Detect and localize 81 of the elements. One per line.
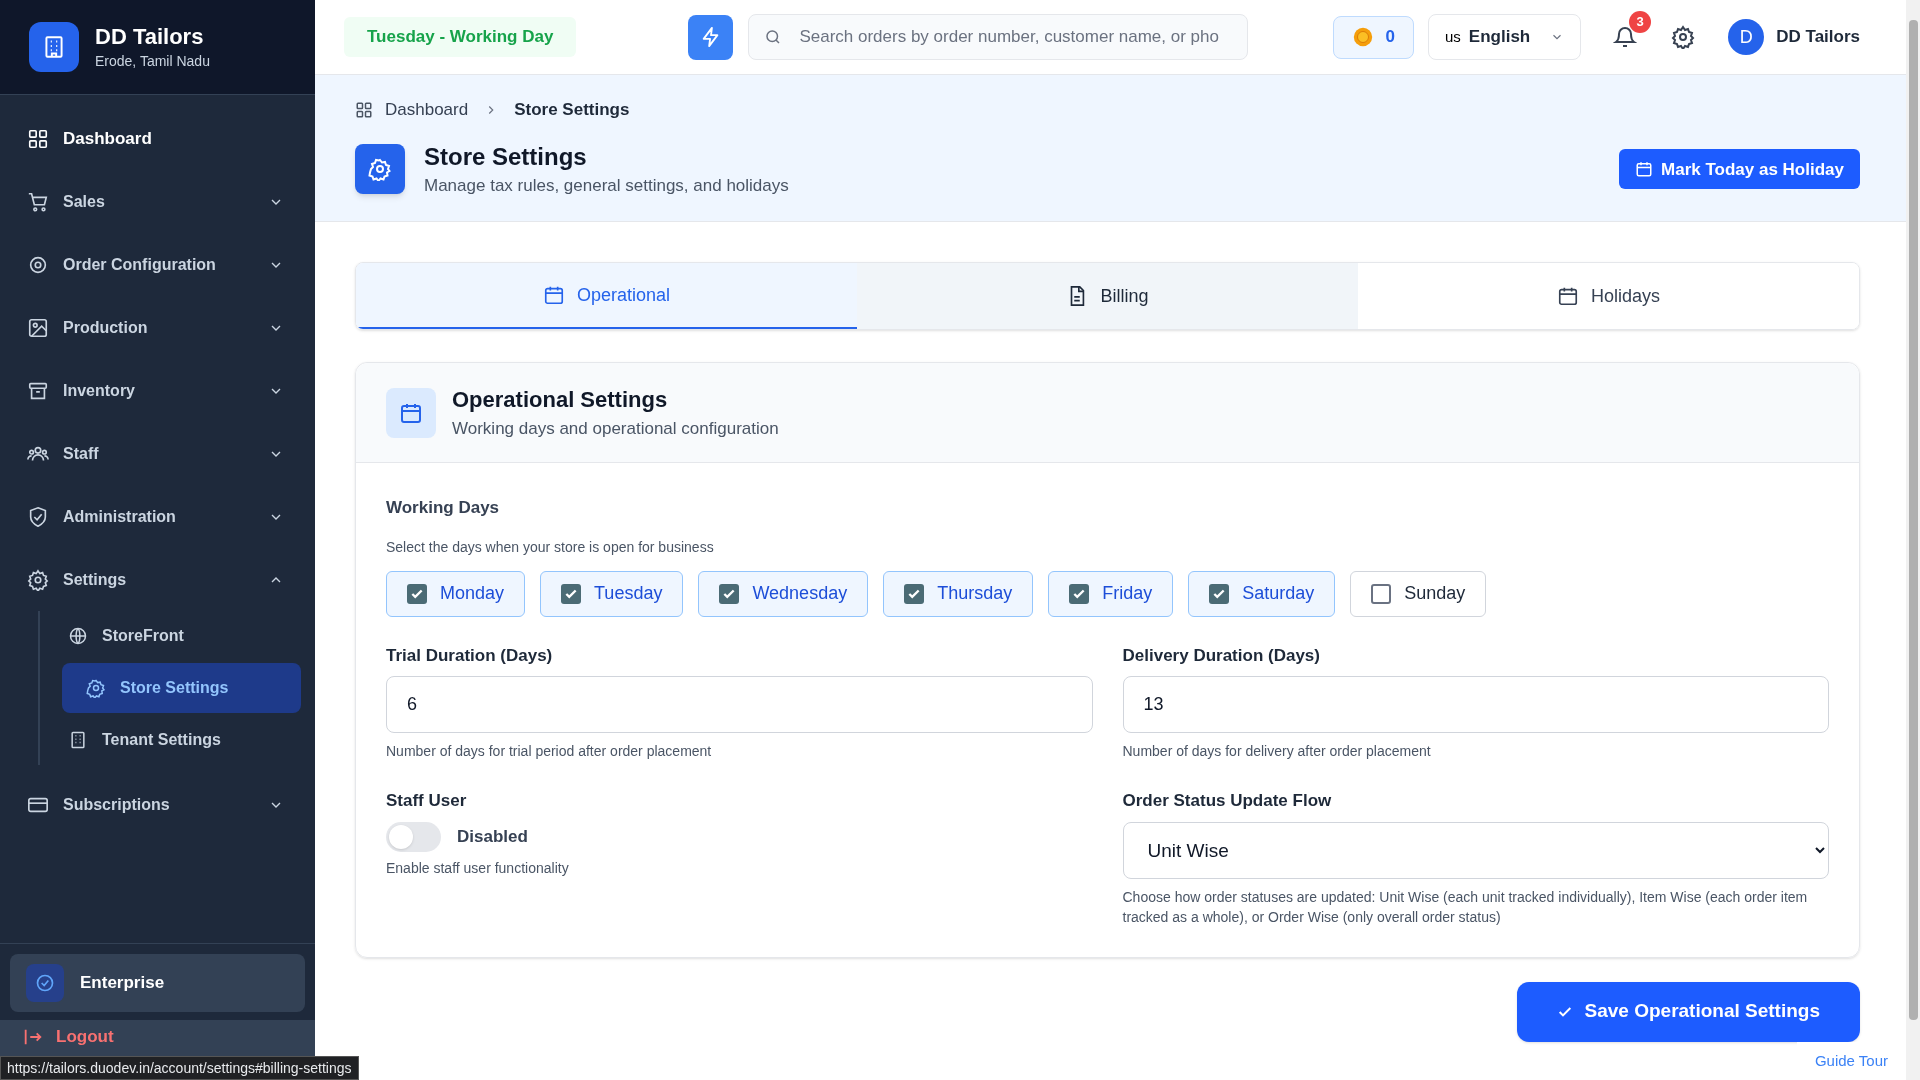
day-status-badge: Tuesday - Working Day: [344, 17, 577, 57]
brand-location: Erode, Tamil Nadu: [95, 51, 210, 71]
breadcrumb-link[interactable]: Dashboard: [385, 97, 469, 123]
field-hint: Number of days for delivery after order placement: [1122, 742, 1432, 761]
shield-check-icon: [27, 505, 49, 528]
day-checkbox[interactable]: Thursday: [883, 570, 1034, 617]
settings-icon[interactable]: [1671, 25, 1696, 49]
toggle-state: Disabled: [457, 825, 528, 848]
calendar-icon: [542, 284, 565, 306]
calendar-icon: [386, 387, 436, 438]
checkbox[interactable]: [719, 583, 740, 604]
sidebar-subitem[interactable]: StoreFront: [62, 611, 301, 661]
cart-icon: [27, 190, 49, 213]
user-name[interactable]: DD Tailors: [1776, 24, 1860, 50]
day-checkbox[interactable]: Monday: [386, 570, 526, 617]
sidebar-item[interactable]: Order Configuration: [14, 233, 301, 296]
field-hint: Enable staff user functionality: [386, 858, 570, 878]
sidebar-item[interactable]: Settings: [14, 548, 301, 611]
checkbox[interactable]: [904, 583, 925, 604]
breadcrumb-current: Store Settings: [514, 99, 630, 121]
field-label: Trial Duration (Days): [386, 644, 554, 667]
day-checkbox[interactable]: Tuesday: [540, 570, 684, 617]
notification-count: 3: [1629, 11, 1652, 33]
trial-duration-field[interactable]: 6: [386, 676, 1093, 733]
coin-icon: [1351, 26, 1374, 48]
field-label: Staff User: [386, 790, 468, 812]
user-avatar[interactable]: D: [1728, 19, 1765, 55]
day-checkbox[interactable]: Friday: [1048, 570, 1174, 617]
scrollbar[interactable]: [1906, 0, 1920, 1080]
plan-name: Enterprise: [80, 972, 165, 995]
field-hint: Number of days for trial period after order placement: [386, 742, 713, 761]
checkbox[interactable]: [561, 583, 582, 604]
quick-action-button[interactable]: [688, 14, 734, 60]
checkbox[interactable]: [1209, 583, 1230, 604]
building-icon: [29, 22, 79, 72]
image-icon: [27, 316, 49, 339]
section-title: Operational Settings: [452, 386, 669, 415]
grid-icon: [355, 100, 373, 119]
field-hint: Select the days when your store is open for business: [386, 537, 715, 557]
checkbox[interactable]: [1371, 583, 1392, 604]
globe-icon: [68, 626, 88, 646]
sidebar-item[interactable]: Dashboard: [14, 107, 301, 170]
building-icon: [68, 730, 88, 750]
sidebar-subitem[interactable]: Tenant Settings: [62, 715, 301, 765]
mark-holiday-button[interactable]: Mark Today as Holiday: [1619, 149, 1860, 190]
tab[interactable]: Billing: [857, 263, 1358, 329]
notification-bell-icon[interactable]: [1613, 25, 1638, 49]
section-subtitle: Working days and operational configuration: [452, 418, 779, 441]
sidebar-item[interactable]: Sales: [14, 170, 301, 233]
sidebar-subitem[interactable]: Store Settings: [62, 663, 301, 713]
field-hint: Choose how order statuses are updated: Unit Wise (each unit tracked individually), Item Wise (each order item tracked as a whole), or Order Wise (only overall order status): [1122, 887, 1809, 927]
sidebar-item[interactable]: Staff: [14, 422, 301, 485]
day-checkbox[interactable]: Wednesday: [698, 570, 869, 617]
calendar-icon: [1557, 285, 1579, 307]
page-title: Store Settings: [424, 141, 588, 172]
field-label: Delivery Duration (Days): [1122, 644, 1321, 667]
tab[interactable]: Operational: [356, 263, 857, 329]
calendar-icon: [1635, 160, 1654, 179]
badge-check-icon: [26, 964, 64, 1002]
checkbox[interactable]: [407, 583, 427, 604]
page-subtitle: Manage tax rules, general settings, and holidays: [424, 174, 789, 197]
order-status-flow-select[interactable]: Unit Wise: [1122, 821, 1829, 879]
day-checkbox[interactable]: Saturday: [1188, 570, 1336, 617]
staff-user-toggle[interactable]: [386, 821, 441, 852]
day-checkbox[interactable]: Sunday: [1350, 570, 1487, 617]
sidebar-item[interactable]: Production: [14, 296, 301, 359]
field-label: Working Days: [386, 497, 501, 519]
sidebar-item[interactable]: Administration: [14, 485, 301, 548]
brand-name: DD Tailors: [95, 22, 205, 51]
sidebar-item[interactable]: Subscriptions: [14, 773, 301, 836]
language-select[interactable]: us English: [1428, 14, 1582, 60]
grid-icon: [27, 127, 49, 150]
save-button[interactable]: Save Operational Settings: [1516, 981, 1860, 1042]
search-field[interactable]: Search orders by order number, customer name, or pho: [748, 14, 1249, 60]
checkbox[interactable]: [1069, 583, 1090, 604]
field-label: Order Status Update Flow: [1122, 790, 1333, 812]
tab[interactable]: Holidays: [1358, 263, 1859, 329]
sidebar-item[interactable]: Inventory: [14, 359, 301, 422]
status-url-tooltip: https://tailors.duodev.in/account/settings#billing-settings: [0, 1056, 359, 1080]
delivery-duration-field[interactable]: 13: [1122, 676, 1829, 733]
coin-balance[interactable]: 0: [1332, 15, 1414, 59]
